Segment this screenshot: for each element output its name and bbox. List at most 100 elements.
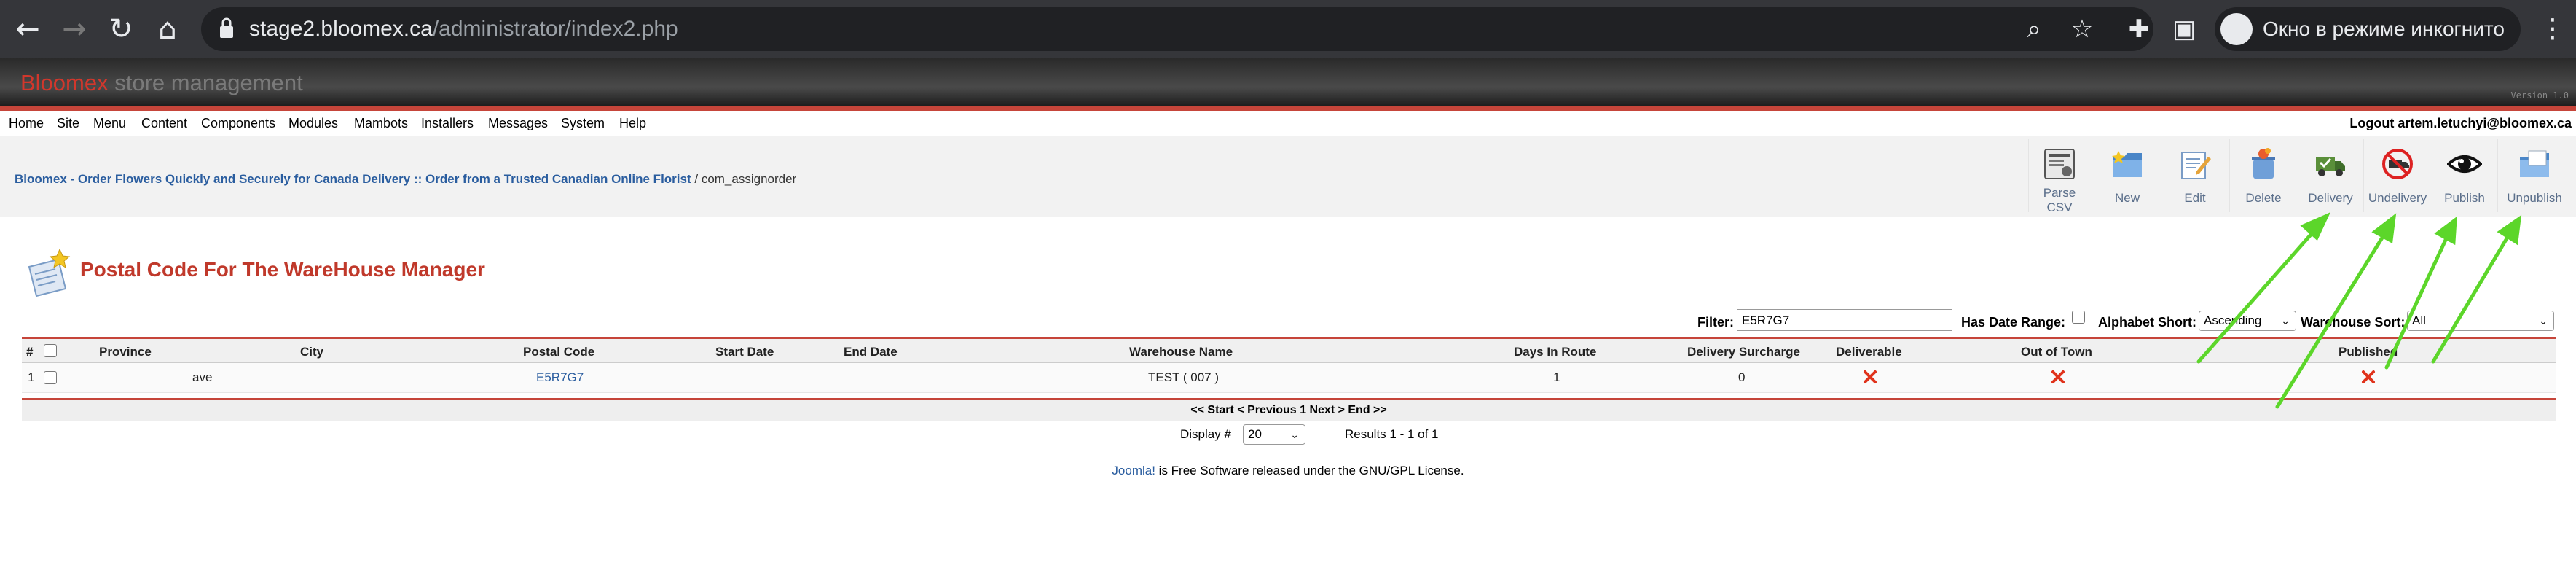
back-arrow-icon[interactable]: ← [9,10,47,48]
warehouse-sort-value: All [2412,313,2426,327]
unpublish-button[interactable]: Unpublish [2497,139,2571,212]
postal-code-icon [28,248,71,297]
extensions-icon[interactable]: ✚ [2123,13,2155,45]
menu-item-messages[interactable]: Messages [488,115,548,131]
menu-item-help[interactable]: Help [619,115,646,131]
license-text: is Free Software released under the GNU/… [1155,464,1464,478]
annotation-arrowhead-undelivery [2371,213,2397,243]
kebab-menu-icon[interactable]: ⋮ [2540,13,2566,45]
new-button[interactable]: New [2094,139,2160,212]
incognito-badge[interactable]: Окно в режиме инкогнито [2215,7,2521,51]
parse-csv-label: Parse CSV [2043,186,2076,214]
row-warehouse: TEST ( 007 ) [1148,370,1219,384]
edit-button[interactable]: Edit [2161,139,2229,212]
col-out-of-town[interactable]: Out of Town [2021,345,2092,359]
url-text[interactable]: stage2.bloomex.ca/administrator/index2.p… [249,12,678,47]
breadcrumb-site-link[interactable]: Bloomex - Order Flowers Quickly and Secu… [15,172,691,186]
date-range-label: Has Date Range: [1961,315,2066,330]
incognito-label: Окно в режиме инкогнито [2263,17,2505,40]
parse-csv-button[interactable]: Parse CSV [2028,139,2090,214]
annotation-arrowhead-unpublish [2497,214,2522,246]
alphabet-sort-value: Ascending [2204,313,2262,327]
parse-csv-icon [2044,149,2075,179]
main-menu: Home Site Menu Content Components Module… [0,111,2576,136]
incognito-icon [2220,13,2253,45]
col-province[interactable]: Province [99,345,152,359]
browser-toolbar: ← → ↻ ⌂ stage2.bloomex.ca/administrator/… [0,0,2576,58]
warehouse-sort-label: Warehouse Sort: [2301,315,2406,330]
col-city[interactable]: City [300,345,323,359]
col-warehouse-name[interactable]: Warehouse Name [1129,345,1233,359]
col-end-date[interactable]: End Date [844,345,898,359]
zoom-icon[interactable]: ⌕ [2018,13,2050,45]
logout-link[interactable]: Logout artem.letuchyi@bloomex.ca [2349,115,2572,131]
filter-label: Filter: [1697,315,1735,330]
col-deliverable[interactable]: Deliverable [1836,345,1902,359]
menu-item-installers[interactable]: Installers [421,115,474,131]
row-number: 1 [28,370,35,384]
delivery-button[interactable]: Delivery [2298,139,2363,212]
filter-input[interactable]: E5R7G7 [1737,309,1952,331]
menu-item-modules[interactable]: Modules [288,115,338,131]
star-icon[interactable]: ☆ [2066,13,2098,45]
lock-icon [220,17,233,38]
brand-name: Bloomex [20,70,109,96]
undelivery-button[interactable]: Undelivery [2363,139,2431,212]
admin-header: Bloomex store management Version 1.0 [0,58,2576,111]
select-all-checkbox[interactable] [44,344,57,357]
home-icon[interactable]: ⌂ [149,10,186,48]
list-footer: Display # 20 ⌄ Results 1 - 1 of 1 [22,421,2556,448]
date-range-checkbox[interactable] [2072,311,2085,324]
chevron-down-icon: ⌄ [2539,315,2548,327]
page-title: Postal Code For The WareHouse Manager [80,258,485,281]
out-of-town-cross-icon[interactable] [2050,369,2066,385]
delete-button[interactable]: Delete [2229,139,2297,212]
warehouse-sort-select[interactable]: All ⌄ [2407,311,2554,331]
row-surcharge: 0 [1738,370,1746,384]
row-postal-code-link[interactable]: E5R7G7 [536,370,584,385]
col-number: # [26,345,34,359]
version-label: Version 1.0 [2510,90,2569,101]
menu-item-mambots[interactable]: Mambots [354,115,408,131]
publish-eye-icon [2447,155,2482,173]
pagination-links[interactable]: << Start < Previous 1 Next > End >> [22,404,2556,417]
toolbar-row: Bloomex - Order Flowers Quickly and Secu… [0,136,2576,217]
display-count-select[interactable]: 20 ⌄ [1243,424,1305,445]
url-path: /administrator/index2.php [432,17,678,41]
results-count: Results 1 - 1 of 1 [1345,427,1439,441]
alphabet-sort-label: Alphabet Short: [2098,315,2196,330]
publish-button[interactable]: Publish [2432,139,2497,212]
annotation-arrowhead-delivery [2300,212,2331,241]
row-checkbox[interactable] [44,371,57,384]
menu-item-content[interactable]: Content [141,115,187,131]
chevron-down-icon: ⌄ [1290,429,1299,440]
display-count-label: Display # [1180,427,1231,441]
published-cross-icon[interactable] [2360,369,2376,385]
page-footer: Joomla! is Free Software released under … [0,464,2576,478]
joomla-link[interactable]: Joomla! [1112,464,1155,478]
col-delivery-surcharge[interactable]: Delivery Surcharge [1687,345,1800,359]
menu-item-system[interactable]: System [561,115,605,131]
menu-item-menu[interactable]: Menu [93,115,126,131]
deliverable-cross-icon[interactable] [1862,369,1878,385]
delete-icon [2252,148,2275,179]
col-start-date[interactable]: Start Date [715,345,774,359]
brand-logo: Bloomex store management [20,70,303,96]
alphabet-sort-select[interactable]: Ascending ⌄ [2199,311,2296,331]
breadcrumb: Bloomex - Order Flowers Quickly and Secu… [15,171,796,187]
table-row[interactable]: 1 ave E5R7G7 TEST ( 007 ) 1 0 [22,363,2556,393]
unpublish-folder-icon [2520,150,2549,177]
table-header: # Province City Postal Code Start Date E… [22,337,2556,363]
col-days-in-route[interactable]: Days In Route [1514,345,1596,359]
breadcrumb-current: com_assignorder [701,172,797,186]
chevron-down-icon: ⌄ [2281,315,2290,327]
undelivery-icon [2382,149,2413,179]
forward-arrow-icon[interactable]: → [55,10,93,48]
menu-item-home[interactable]: Home [9,115,44,131]
col-published[interactable]: Published [2339,345,2398,359]
reload-icon[interactable]: ↻ [102,10,140,48]
menu-item-components[interactable]: Components [201,115,275,131]
menu-item-site[interactable]: Site [57,115,79,131]
col-postal-code[interactable]: Postal Code [523,345,594,359]
sidebar-icon[interactable]: ▣ [2168,13,2200,45]
